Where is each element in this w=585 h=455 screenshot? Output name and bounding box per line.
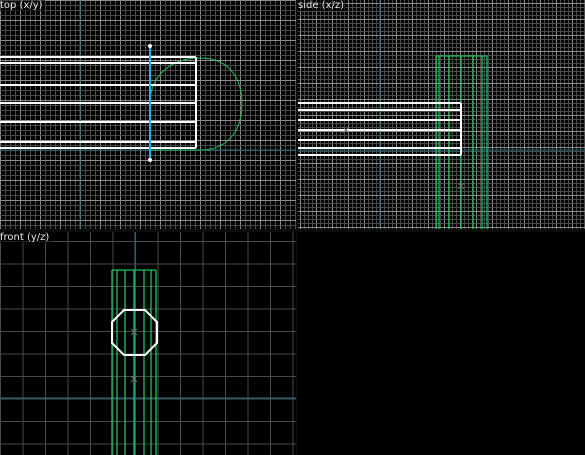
grid-front bbox=[0, 232, 296, 455]
camera-endpoint[interactable] bbox=[148, 158, 152, 162]
viewport-divider-vertical[interactable] bbox=[296, 0, 298, 455]
viewport-side-canvas[interactable] bbox=[298, 0, 585, 229]
viewport-label: side (x/z) bbox=[298, 0, 347, 11]
viewport-label: front (y/z) bbox=[0, 232, 52, 243]
viewport-side[interactable]: side (x/z) bbox=[298, 0, 585, 229]
tube-brush-side[interactable] bbox=[298, 102, 462, 156]
viewport-front-canvas[interactable] bbox=[0, 232, 296, 455]
viewport-perspective[interactable] bbox=[298, 232, 585, 455]
viewport-top-canvas[interactable] bbox=[0, 0, 296, 229]
viewport-top[interactable]: top (x/y) bbox=[0, 0, 296, 229]
viewport-divider-horizontal[interactable] bbox=[0, 229, 585, 232]
viewport-label: top (x/y) bbox=[0, 0, 45, 11]
grid-side bbox=[298, 0, 585, 229]
cylinder-brush-front[interactable] bbox=[111, 269, 157, 455]
viewport-front[interactable]: front (y/z) bbox=[0, 232, 296, 455]
level-editor: top (x/y) side (x/z) front (y/z) bbox=[0, 0, 585, 455]
camera-endpoint[interactable] bbox=[148, 44, 152, 48]
grid-top bbox=[0, 0, 296, 229]
